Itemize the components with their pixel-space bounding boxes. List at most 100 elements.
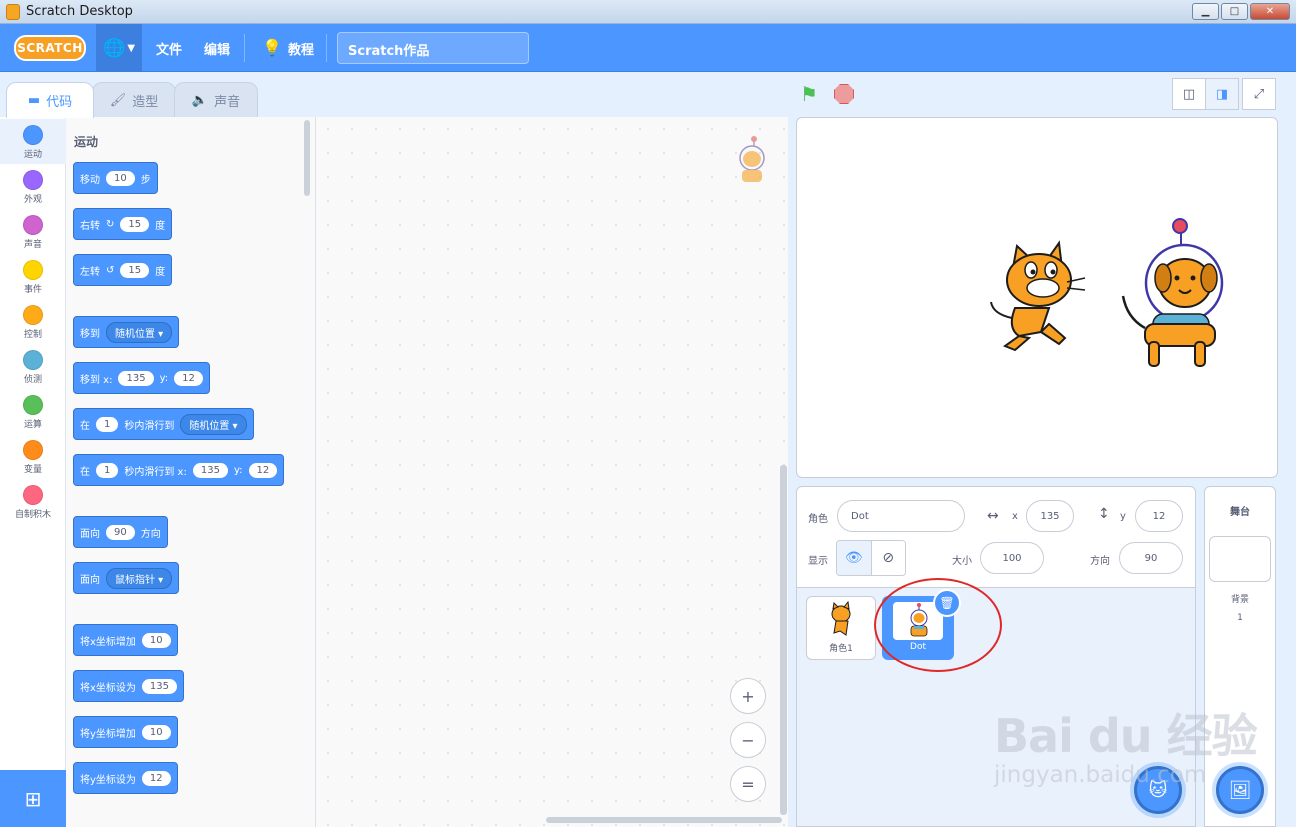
eye-icon[interactable]: 👁 (837, 541, 872, 575)
block-input[interactable]: 1 (96, 416, 119, 432)
block-dropdown[interactable]: 鼠标指针 ▾ (106, 567, 173, 589)
sprite-name-input[interactable]: Dot (837, 500, 965, 532)
sprite-name-label: 角色 (808, 514, 828, 525)
block-glide-xy[interactable]: 在 1 秒内滑行到 x: 135 y: 12 (73, 454, 285, 486)
category-looks[interactable]: 外观 (0, 164, 66, 209)
block-turn-right[interactable]: 右转 ↻ 15 度 (73, 208, 173, 240)
block-goto-xy[interactable]: 移到 x: 135 y: 12 (73, 362, 210, 394)
backdrops-count: 1 (1237, 613, 1243, 623)
x-label: x (1012, 511, 1018, 522)
language-button[interactable]: 🌐 ▼ (96, 24, 142, 72)
stage-canvas[interactable] (796, 117, 1278, 478)
app-icon (6, 4, 20, 20)
block-input[interactable]: 12 (174, 370, 203, 386)
globe-icon: 🌐 (102, 37, 126, 59)
vertical-arrows-icon: ↕ (1098, 506, 1110, 522)
fullscreen-button[interactable]: ⤢ (1242, 78, 1276, 110)
block-input[interactable]: 90 (106, 524, 135, 540)
block-input[interactable]: 10 (141, 632, 171, 648)
block-turn-left[interactable]: 左转 ↺ 15 度 (73, 254, 173, 286)
tab-sounds[interactable]: 🔈 声音 (174, 82, 258, 117)
block-input[interactable]: 15 (120, 262, 150, 278)
operators-dot-icon (23, 395, 43, 415)
events-dot-icon (23, 260, 43, 280)
minimize-button[interactable]: ▁ (1192, 3, 1219, 20)
stage-header: 舞台 (1230, 507, 1250, 518)
editor-tabs: ▬ 代码 🖌 造型 🔈 声音 (0, 72, 790, 118)
normal-stage-button[interactable]: ◨ (1205, 78, 1239, 110)
stage-sprites (990, 218, 1224, 367)
control-dot-icon (23, 305, 43, 325)
normal-stage-icon: ◨ (1215, 86, 1229, 102)
block-glide[interactable]: 在 1 秒内滑行到 随机位置 ▾ (73, 408, 254, 440)
block-input[interactable]: 135 (118, 370, 154, 386)
block-point-direction[interactable]: 面向 90 方向 (73, 516, 168, 548)
project-title-input[interactable]: Scratch作品 (337, 32, 529, 64)
backdrop-thumbnail (1209, 536, 1271, 582)
block-input[interactable]: 135 (192, 462, 228, 478)
y-position-input[interactable]: 12 (1135, 500, 1183, 532)
choose-sprite-button[interactable]: 🐱 (1134, 766, 1182, 814)
zoom-reset-button[interactable]: = (730, 766, 766, 802)
block-input[interactable]: 12 (248, 462, 278, 478)
small-stage-icon: ◫ (1182, 86, 1196, 102)
green-flag-button[interactable]: ⚑ (800, 82, 824, 106)
image-icon: 🖼 (1228, 779, 1252, 801)
stop-button[interactable] (834, 84, 854, 104)
category-sensing[interactable]: 侦测 (0, 344, 66, 389)
maximize-button[interactable]: □ (1221, 3, 1248, 20)
block-dropdown[interactable]: 随机位置 ▾ (106, 321, 173, 343)
script-area[interactable] (316, 117, 788, 827)
block-change-x[interactable]: 将x坐标增加 10 (73, 624, 178, 656)
block-input[interactable]: 15 (120, 216, 150, 232)
palette-scrollbar[interactable] (304, 120, 310, 196)
block-dropdown[interactable]: 随机位置 ▾ (180, 413, 247, 435)
cat-sprite[interactable] (990, 240, 1086, 352)
menu-file[interactable]: 文件 (156, 39, 182, 58)
size-input[interactable]: 100 (980, 542, 1044, 574)
category-events[interactable]: 事件 (0, 254, 66, 299)
category-variables[interactable]: 变量 (0, 434, 66, 479)
script-horizontal-scrollbar[interactable] (546, 817, 782, 823)
category-sound[interactable]: 声音 (0, 209, 66, 254)
tab-code[interactable]: ▬ 代码 (6, 82, 94, 118)
category-operators[interactable]: 运算 (0, 389, 66, 434)
block-set-y[interactable]: 将y坐标设为 12 (73, 762, 178, 794)
block-set-x[interactable]: 将x坐标设为 135 (73, 670, 185, 702)
sprite-tile-cat[interactable]: 角色1 (806, 596, 876, 660)
eye-slash-icon[interactable]: ⊘ (871, 541, 905, 575)
block-move-steps[interactable]: 移动 10 步 (73, 162, 158, 194)
block-goto[interactable]: 移到 随机位置 ▾ (73, 316, 180, 348)
menu-tutorials[interactable]: 教程 (288, 39, 314, 58)
block-input[interactable]: 10 (141, 724, 171, 740)
zoom-out-button[interactable]: − (730, 722, 766, 758)
zoom-reset-icon: = (741, 774, 755, 794)
category-control[interactable]: 控制 (0, 299, 66, 344)
choose-backdrop-button[interactable]: 🖼 (1216, 766, 1264, 814)
x-position-input[interactable]: 135 (1026, 500, 1074, 532)
block-input[interactable]: 1 (96, 462, 119, 478)
tab-costumes[interactable]: 🖌 造型 (92, 82, 176, 117)
menu-edit[interactable]: 编辑 (204, 39, 230, 58)
category-my-blocks[interactable]: 自制积木 (0, 479, 66, 524)
zoom-in-button[interactable]: + (730, 678, 766, 714)
cat-thumbnail (816, 600, 866, 639)
category-motion[interactable]: 运动 (0, 119, 66, 164)
block-input[interactable]: 10 (106, 170, 135, 186)
add-extension-button[interactable]: ⊞ (0, 770, 66, 827)
block-input[interactable]: 135 (141, 678, 178, 694)
dot-sprite[interactable] (1121, 218, 1224, 367)
small-stage-button[interactable]: ◫ (1172, 78, 1206, 110)
caret-down-icon: ▼ (127, 42, 136, 54)
green-flag-icon: ⚑ (800, 82, 818, 106)
brush-icon: 🖌 (109, 92, 127, 108)
scratch-logo[interactable]: SCRATCH (14, 35, 86, 61)
block-point-towards[interactable]: 面向 鼠标指针 ▾ (73, 562, 180, 594)
block-input[interactable]: 12 (141, 770, 171, 786)
close-button[interactable]: ✕ (1250, 3, 1290, 20)
visibility-toggle[interactable]: 👁 ⊘ (836, 540, 906, 576)
block-change-y[interactable]: 将y坐标增加 10 (73, 716, 178, 748)
script-vertical-scrollbar[interactable] (780, 465, 787, 815)
direction-input[interactable]: 90 (1119, 542, 1183, 574)
backdrops-label: 背景 (1230, 595, 1249, 605)
